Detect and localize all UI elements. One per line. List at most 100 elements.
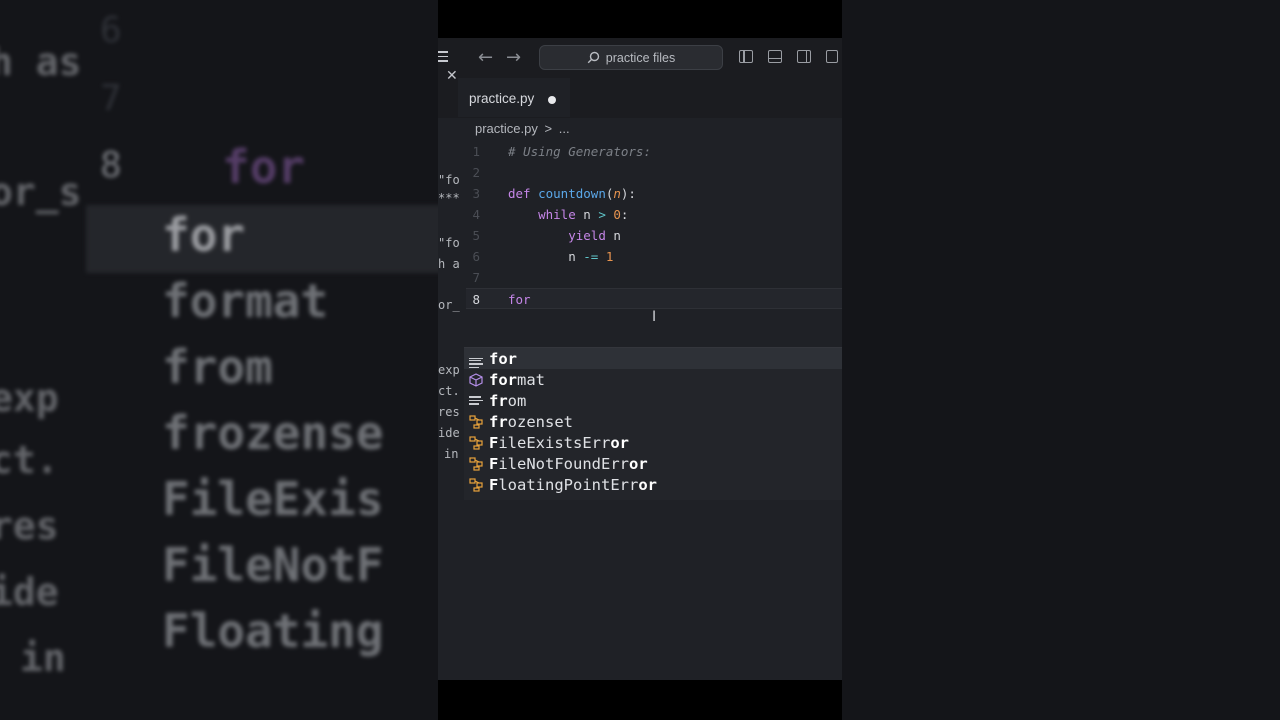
parameter: n bbox=[613, 186, 621, 201]
breadcrumb-more[interactable]: ... bbox=[559, 121, 570, 136]
search-icon bbox=[587, 51, 599, 64]
toggle-secondary-sidebar-icon[interactable] bbox=[797, 50, 811, 63]
match-text: F bbox=[489, 475, 499, 494]
function-name: countdown bbox=[538, 186, 606, 201]
suggestion-item[interactable]: FileNotFoundError bbox=[464, 453, 842, 474]
line-number: 8 bbox=[472, 292, 480, 307]
suggestion-item[interactable]: FileExistsError bbox=[464, 432, 842, 453]
line-number: 7 bbox=[472, 270, 480, 285]
strip-text: exp bbox=[438, 363, 460, 377]
code-line[interactable]: 6 n -= 1 bbox=[466, 246, 842, 267]
breadcrumb: practice.py > ... bbox=[475, 121, 573, 136]
code-line[interactable]: 7 bbox=[466, 267, 842, 288]
suggestion-label: FileExistsError bbox=[489, 434, 629, 452]
keyword: yield bbox=[568, 228, 606, 243]
bg-suggestion: FileNotF bbox=[162, 538, 384, 592]
suggestion-item[interactable]: from bbox=[464, 390, 842, 411]
match-text: fr bbox=[489, 391, 508, 410]
breadcrumb-file[interactable]: practice.py bbox=[475, 121, 538, 136]
suggestion-label: from bbox=[489, 392, 526, 410]
bottom-letterbox bbox=[438, 680, 842, 720]
customize-layout-icon[interactable] bbox=[826, 50, 838, 63]
keyword: for bbox=[508, 292, 531, 307]
match-text: for bbox=[489, 370, 517, 389]
command-search-box[interactable]: practice files bbox=[539, 45, 723, 70]
match-text: F bbox=[489, 454, 499, 473]
background-left: 6 7 8 for h as or_s exp ct. res ide in f… bbox=[0, 0, 438, 720]
forward-arrow-icon[interactable]: → bbox=[506, 47, 521, 68]
number: 0 bbox=[613, 207, 621, 222]
comment: # Using Generators: bbox=[508, 144, 651, 159]
suggestion-label: frozenset bbox=[489, 413, 573, 431]
code-line[interactable]: 5 yield n bbox=[466, 225, 842, 246]
code-editor: ← → practice files ✕ practice.py "fo *** bbox=[438, 38, 842, 680]
suggestion-label: format bbox=[489, 371, 545, 389]
bg-suggestion: from bbox=[162, 340, 273, 394]
strip-text: h a bbox=[438, 257, 460, 271]
strip-text: or_ bbox=[438, 298, 460, 312]
identifier: n bbox=[568, 249, 584, 264]
bg-code: for bbox=[222, 140, 306, 194]
strip-text: "fo bbox=[438, 236, 460, 250]
tab-practice-py[interactable]: practice.py bbox=[458, 78, 570, 117]
suggestion-item[interactable]: frozenset bbox=[464, 411, 842, 432]
bg-suggestion: frozense bbox=[162, 406, 384, 460]
identifier: n bbox=[575, 207, 599, 222]
suggestion-label: FileNotFoundError bbox=[489, 455, 648, 473]
class-icon bbox=[468, 477, 484, 493]
text-cursor-icon: I bbox=[652, 309, 657, 325]
line-number: 1 bbox=[472, 144, 480, 159]
operator: > bbox=[598, 207, 606, 222]
class-icon bbox=[468, 435, 484, 451]
toggle-sidebar-icon[interactable] bbox=[739, 50, 753, 63]
search-placeholder: practice files bbox=[605, 50, 676, 65]
title-bar: ← → practice files bbox=[438, 38, 842, 78]
operator: -= bbox=[583, 249, 599, 264]
bg-strip-text: ide bbox=[0, 570, 59, 614]
menu-icon[interactable] bbox=[438, 51, 450, 63]
match-text: or bbox=[638, 475, 657, 494]
match-text: F bbox=[489, 433, 499, 452]
strip-text: res bbox=[438, 405, 460, 419]
unsaved-dot-icon[interactable] bbox=[548, 96, 556, 104]
code-text: def countdown(n): bbox=[508, 186, 636, 201]
code-line[interactable]: 4 while n > 0: bbox=[466, 204, 842, 225]
suggestion-item[interactable]: for bbox=[464, 348, 842, 369]
suggestion-label: FloatingPointError bbox=[489, 476, 657, 494]
line-number: 2 bbox=[472, 165, 480, 180]
bg-strip-text: res bbox=[0, 504, 59, 548]
keyword-icon bbox=[468, 351, 484, 369]
suggestion-item[interactable]: FloatingPointError bbox=[464, 474, 842, 495]
keyword-icon bbox=[468, 393, 484, 409]
close-icon[interactable]: ✕ bbox=[446, 68, 458, 84]
back-arrow-icon[interactable]: ← bbox=[478, 47, 493, 68]
breadcrumb-separator: > bbox=[544, 121, 553, 136]
suggestion-label: for bbox=[489, 350, 517, 368]
rest-text: loatingPointErr bbox=[498, 475, 639, 494]
keyword: while bbox=[538, 207, 576, 222]
bg-suggestion: FileExis bbox=[162, 472, 384, 526]
code-text: while n > 0: bbox=[508, 207, 628, 222]
tab-label: practice.py bbox=[469, 91, 535, 106]
bg-suggestion: Floating bbox=[162, 604, 384, 658]
bg-strip-text: exp bbox=[0, 376, 59, 420]
code-line[interactable]: 2 bbox=[466, 162, 842, 183]
bg-strip-text: in bbox=[20, 636, 66, 680]
bg-suggestion: for bbox=[162, 208, 246, 262]
code-line[interactable]: 1 # Using Generators: bbox=[466, 141, 842, 162]
bg-strip-text: ct. bbox=[0, 438, 59, 482]
autocomplete-list: for format from frozenset FileExistsErro… bbox=[464, 347, 842, 500]
match-text: or bbox=[610, 433, 629, 452]
code-line[interactable]: 3 def countdown(n): bbox=[466, 183, 842, 204]
class-icon bbox=[468, 456, 484, 472]
class-icon bbox=[468, 414, 484, 430]
cube-icon bbox=[468, 372, 484, 388]
line-number: 6 bbox=[472, 249, 480, 264]
code-line-current[interactable]: 8 for bbox=[466, 288, 842, 309]
toggle-panel-icon[interactable] bbox=[768, 50, 782, 63]
match-text: or bbox=[629, 454, 648, 473]
suggestion-item[interactable]: format bbox=[464, 369, 842, 390]
explorer-strip: "fo *** "fo h a or_ exp ct. res ide in bbox=[438, 158, 466, 488]
